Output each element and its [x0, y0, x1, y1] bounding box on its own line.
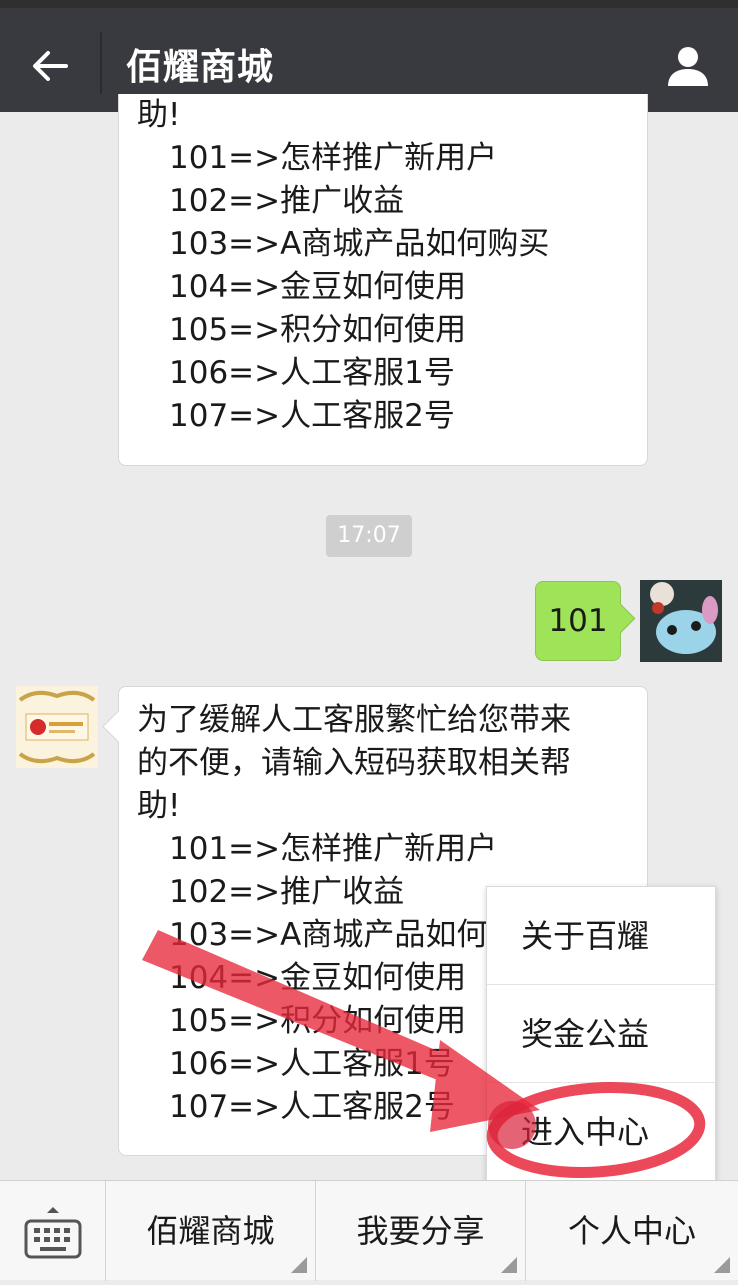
bottom-tab-personal-center[interactable]: 个人中心	[526, 1181, 738, 1281]
person-icon[interactable]	[664, 42, 712, 90]
submenu-indicator-icon	[291, 1257, 307, 1273]
message-bubble-sent: 101	[535, 581, 621, 661]
message-timestamp: 17:07	[326, 515, 412, 557]
page-title: 佰耀商城	[126, 47, 275, 88]
menu-code-item: 107=>人工客服2号	[169, 398, 455, 434]
user-avatar[interactable]	[640, 580, 722, 662]
message-text: 为了缓解人工客服繁忙给您带来	[137, 702, 571, 738]
submenu-indicator-icon	[501, 1257, 517, 1273]
menu-code-item: 104=>金豆如何使用	[169, 269, 467, 305]
bottom-tab-label: 我要分享	[356, 1212, 485, 1250]
submenu-item-bonus[interactable]: 奖金公益	[487, 985, 715, 1083]
bottom-tab-mall[interactable]: 佰耀商城	[106, 1181, 316, 1281]
avatar-image	[640, 580, 722, 662]
bottom-tab-label: 个人中心	[567, 1212, 696, 1250]
title-divider	[100, 32, 102, 94]
menu-code-item: 102=>推广收益	[169, 183, 405, 219]
menu-code-item: 105=>积分如何使用	[169, 312, 467, 348]
message-text: 助!	[137, 97, 181, 133]
message-text: 助!	[137, 788, 181, 824]
bottom-menu-bar: 佰耀商城 我要分享 个人中心	[0, 1180, 738, 1281]
message-bubble-received: 助! 101=>怎样推广新用户 102=>推广收益 103=>A商城产品如何购买…	[118, 94, 648, 466]
submenu-item-enter-center[interactable]: 进入中心	[487, 1083, 715, 1181]
menu-code-item: 101=>怎样推广新用户	[169, 831, 498, 867]
arrow-left-icon[interactable]	[28, 44, 72, 88]
bottom-tab-label: 佰耀商城	[146, 1212, 275, 1250]
menu-code-item: 101=>怎样推广新用户	[169, 140, 498, 176]
shop-logo	[16, 686, 98, 768]
menu-code-item: 106=>人工客服1号	[169, 355, 455, 391]
message-text: 的不便，请输入短码获取相关帮	[137, 745, 571, 781]
keyboard-toggle-button[interactable]	[0, 1181, 106, 1281]
menu-code-item: 103=>A商城产品如何购买	[169, 226, 550, 262]
shop-avatar[interactable]	[16, 686, 98, 768]
bottom-tab-share[interactable]: 我要分享	[316, 1181, 526, 1281]
submenu-indicator-icon	[714, 1257, 730, 1273]
keyboard-icon	[24, 1207, 82, 1259]
submenu-item-about[interactable]: 关于百耀	[487, 887, 715, 985]
status-bar	[0, 0, 738, 8]
submenu-popup: 关于百耀 奖金公益 进入中心	[486, 886, 716, 1182]
